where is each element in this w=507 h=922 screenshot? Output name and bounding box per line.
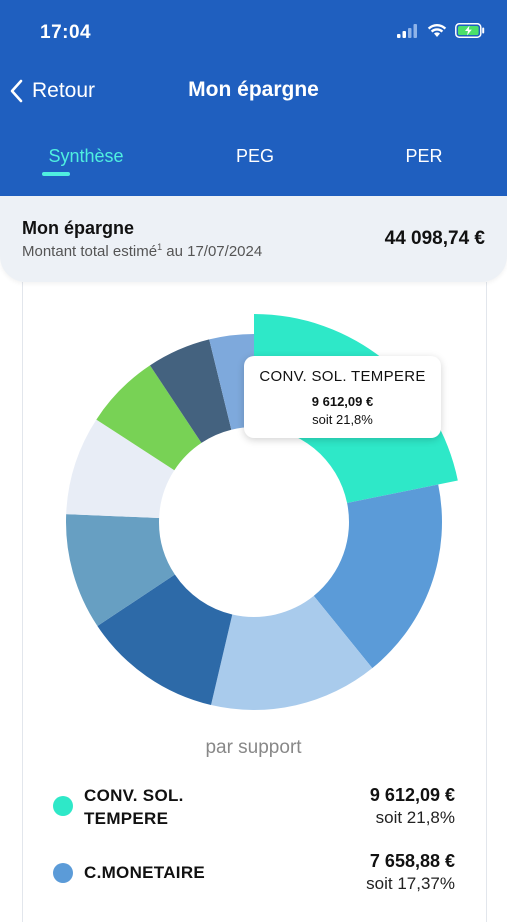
legend-item[interactable]: C.MONETAIRE 7 658,88 € soit 17,37% (0, 848, 507, 900)
legend-name: C.MONETAIRE (84, 861, 205, 884)
status-time: 17:04 (40, 22, 92, 43)
summary-subtitle-prefix: Montant total estimé (22, 243, 158, 260)
tab-bar: Synthèse PEG PER (0, 140, 507, 190)
summary-subtitle-suffix: au 17/07/2024 (162, 243, 263, 260)
chart-caption: par support (205, 737, 302, 758)
tooltip-amount: 9 612,09 € (311, 394, 374, 409)
legend-color-dot (53, 796, 73, 816)
tooltip-support-name: CONV. SOL. TEMPERE (259, 368, 426, 385)
legend-amount: 9 612,09 € (369, 785, 455, 805)
legend-name: CONV. SOL. TEMPERE (84, 784, 184, 830)
wifi-icon (427, 23, 447, 43)
savings-summary: Mon épargne Montant total estimé1 au 17/… (0, 196, 507, 282)
status-icons (397, 22, 485, 44)
legend-color-dot (53, 863, 73, 883)
tab-peg[interactable]: PEG (185, 146, 325, 167)
legend-name-line: CONV. SOL. (84, 786, 184, 805)
active-tab-indicator (42, 172, 70, 176)
status-bar: 17:04 (0, 0, 507, 60)
legend-name-line: C.MONETAIRE (84, 863, 206, 882)
legend-percent: soit 21,8% (375, 808, 455, 827)
total-amount: 44 098,74 € (384, 228, 485, 249)
legend-percent: soit 17,37% (366, 874, 455, 893)
summary-subtitle: Montant total estimé1 au 17/07/2024 (22, 242, 262, 260)
tooltip-percent: soit 21,8% (312, 412, 373, 427)
tab-synthese[interactable]: Synthèse (16, 146, 156, 167)
battery-charging-icon (455, 23, 485, 43)
header-bar: 17:04 Retour Mon épargne Synthèse PEG PE… (0, 0, 507, 196)
tab-per[interactable]: PER (354, 146, 494, 167)
signal-icon (397, 23, 419, 43)
summary-title: Mon épargne (22, 218, 135, 238)
navigation-bar: Retour Mon épargne (0, 70, 507, 112)
donut-chart (66, 314, 458, 710)
legend-amount: 7 658,88 € (369, 851, 455, 871)
chart-tooltip: CONV. SOL. TEMPERE 9 612,09 € soit 21,8% (244, 356, 441, 438)
page-title: Mon épargne (188, 78, 319, 101)
legend-item[interactable]: CONV. SOL. TEMPERE 9 612,09 € soit 21,8% (0, 780, 507, 840)
legend-name-line: TEMPERE (84, 809, 169, 828)
